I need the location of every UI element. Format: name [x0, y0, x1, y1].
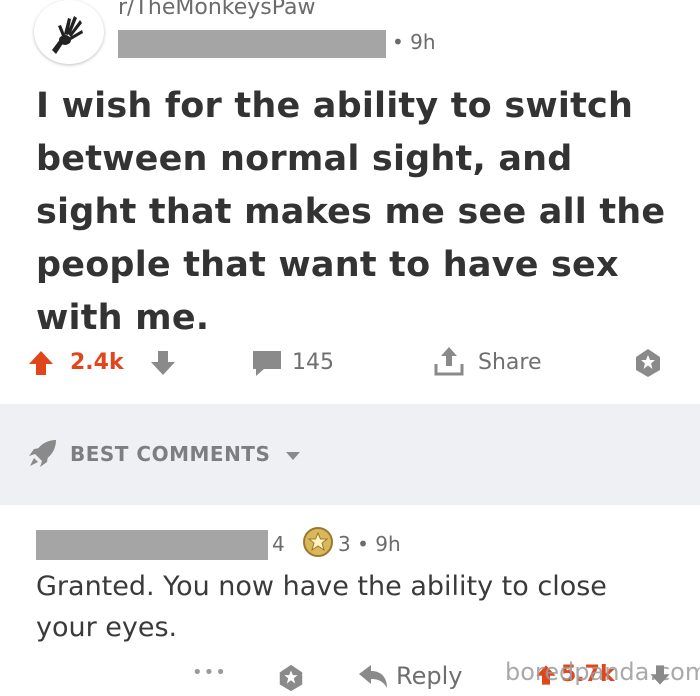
post-timestamp: • 9h [392, 28, 436, 56]
downvote-arrow-icon [151, 351, 175, 375]
rocket-icon [29, 440, 56, 467]
comment-count: 145 [292, 350, 334, 375]
reply-arrow-icon [359, 665, 387, 688]
comment-downvote-button[interactable] [648, 662, 672, 688]
subreddit-avatar[interactable] [34, 0, 104, 64]
share-button[interactable]: Share [432, 344, 562, 380]
reply-button[interactable]: Reply [356, 660, 476, 694]
share-icon [434, 347, 464, 376]
upvote-button[interactable] [26, 348, 56, 378]
monkey-paw-icon [52, 16, 83, 54]
award-icon [279, 664, 303, 692]
award-count: 3 [338, 532, 351, 556]
subreddit-name[interactable]: r/TheMonkeysPaw [118, 0, 315, 22]
downvote-button[interactable] [148, 348, 178, 378]
reply-label: Reply [396, 662, 463, 690]
meta-separator: • [392, 30, 404, 54]
downvote-arrow-icon [650, 665, 670, 685]
comment-award-button[interactable] [276, 662, 306, 692]
chevron-down-icon[interactable] [286, 452, 300, 460]
redacted-commenter [36, 530, 268, 560]
comment-body: Granted. You now have the ability to clo… [36, 571, 607, 643]
comment-meta: 3 • 9h [338, 530, 401, 558]
redacted-username [118, 30, 386, 58]
share-label: Share [478, 350, 542, 375]
award-icon [636, 349, 660, 377]
post-title[interactable]: I wish for the ability to switch between… [36, 80, 676, 345]
comment-bubble-icon [253, 351, 281, 376]
award-button[interactable] [632, 346, 664, 378]
upvote-arrow-icon [29, 351, 53, 375]
meta-separator: • [357, 532, 369, 556]
comment-age: 9h [375, 532, 401, 556]
more-options-button[interactable]: ••• [192, 662, 227, 683]
gold-award-icon [302, 526, 334, 558]
post-score: 2.4k [70, 350, 124, 375]
sort-label[interactable]: BEST COMMENTS [70, 442, 270, 466]
post-age: 9h [410, 30, 436, 54]
user-flair-number: 4 [272, 532, 285, 556]
comments-button[interactable]: 145 [250, 348, 350, 380]
